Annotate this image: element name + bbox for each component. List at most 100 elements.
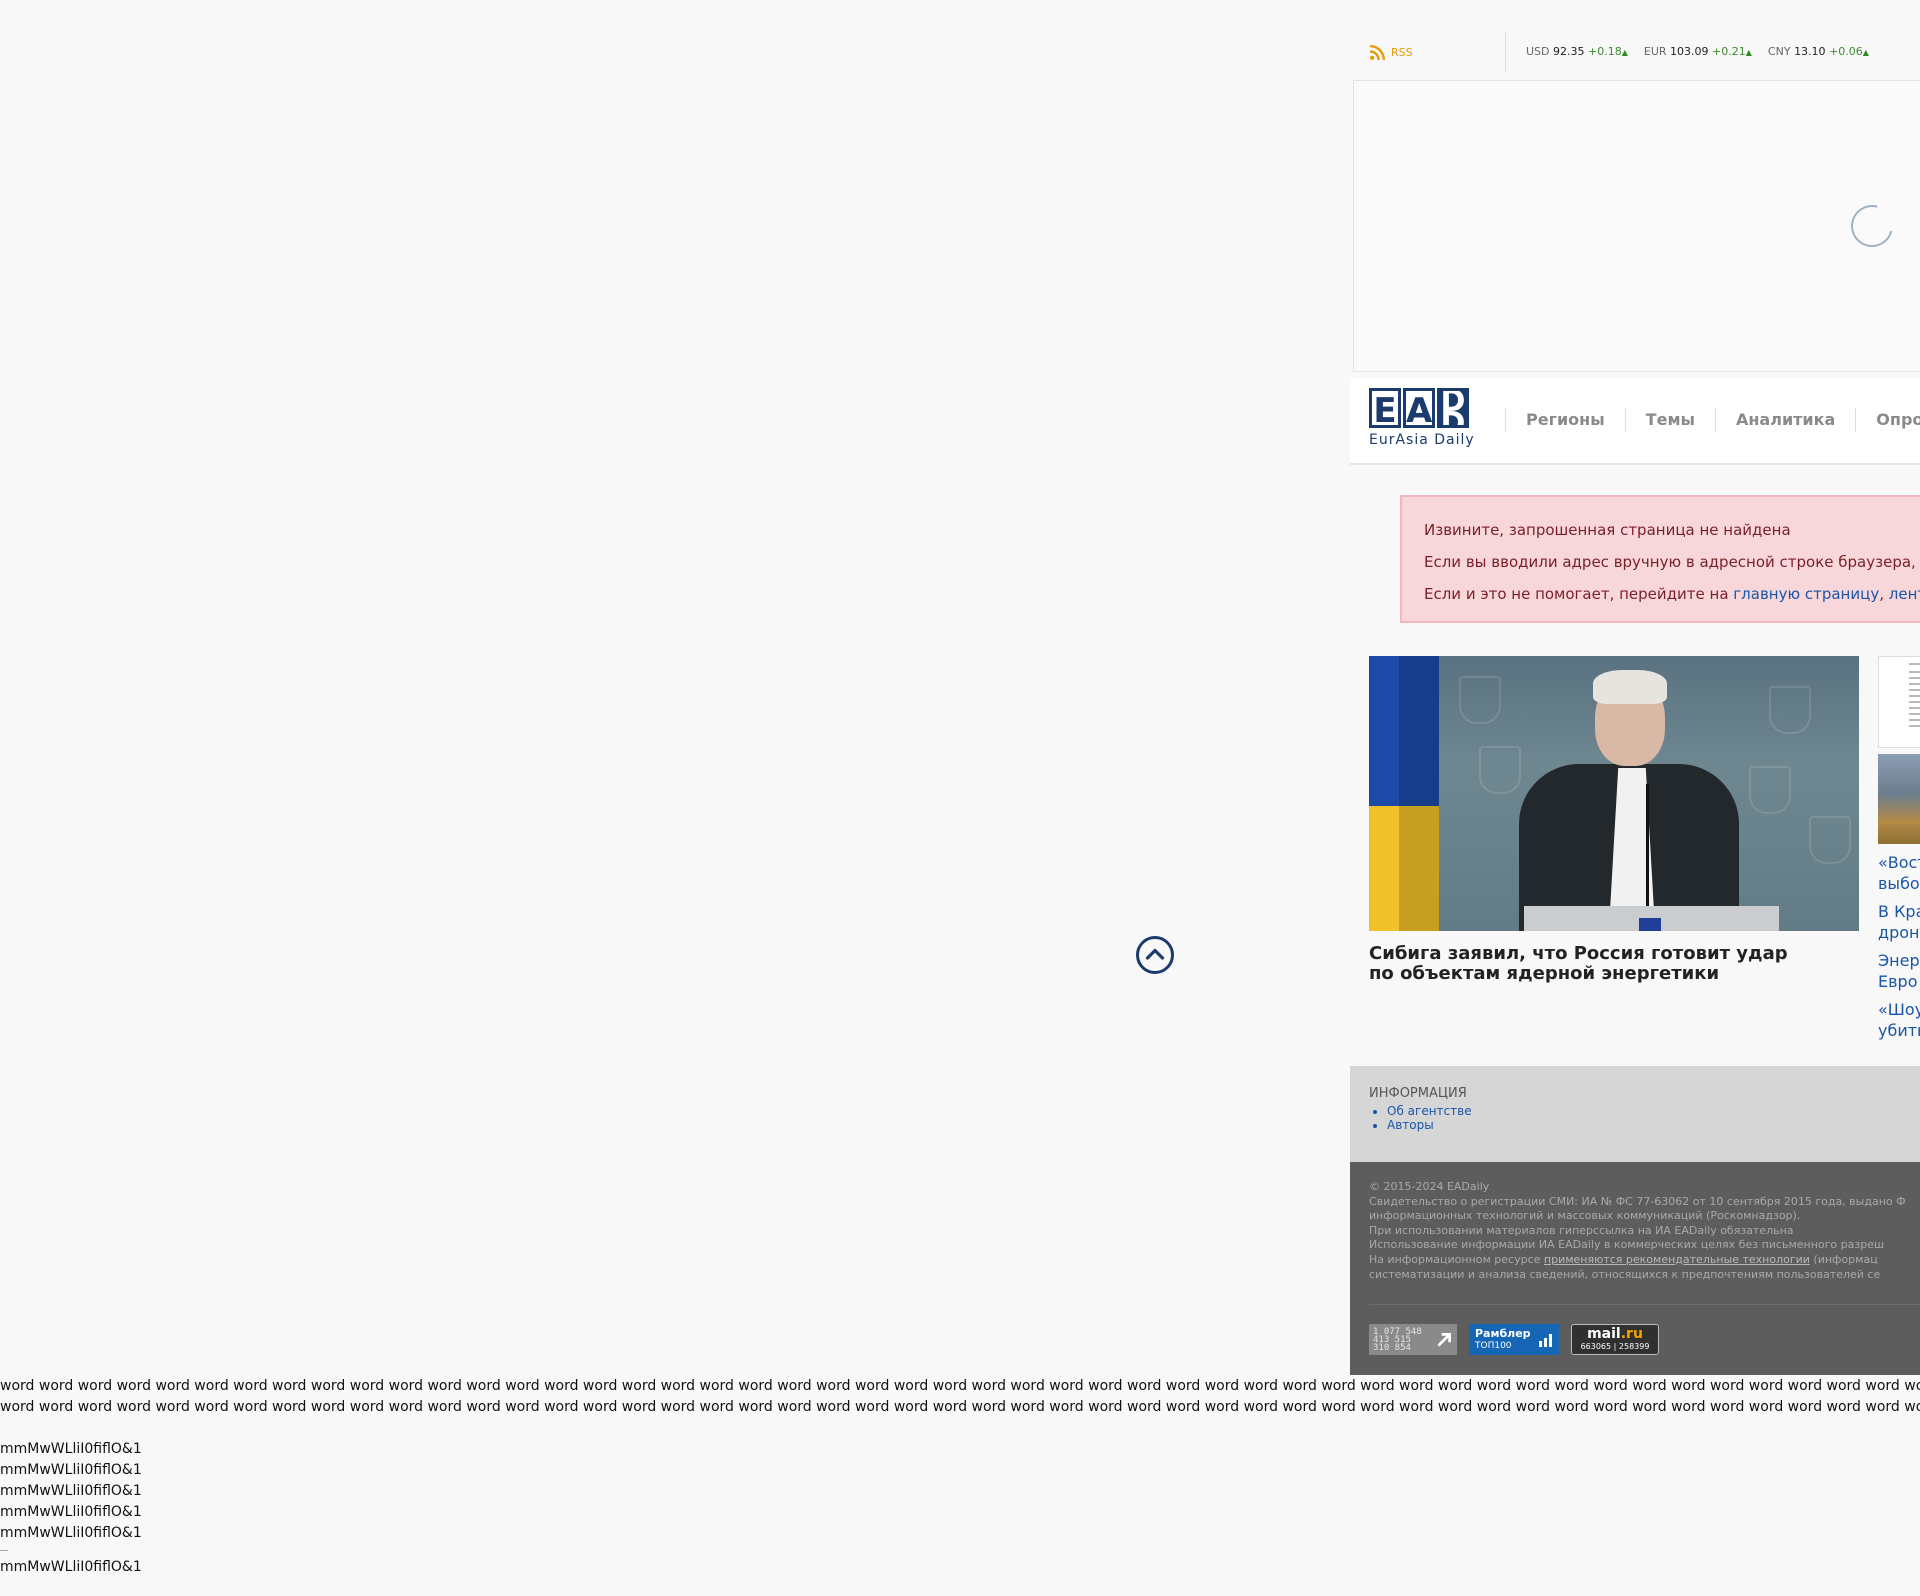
rate-value: 13.10 (1794, 45, 1826, 58)
nav-item-analytics[interactable]: Аналитика (1714, 408, 1855, 432)
alert-hint: Если вы вводили адрес вручную в адресной… (1424, 553, 1920, 571)
mailru-domain: .ru (1620, 1326, 1643, 1342)
counters-row: 1 077 548 413 515 310 854 Рамблер ТОП100 ma… (1369, 1324, 1659, 1355)
side-news-item[interactable]: «Вост выбор (1878, 852, 1920, 894)
site-header: EADD EurAsia Daily Регионы Темы Аналитик… (1350, 378, 1920, 465)
side-news-line: Евро (1878, 972, 1918, 991)
ukraine-flag (1369, 656, 1439, 931)
rambler-label: Рамблер ТОП100 (1475, 1328, 1531, 1352)
mailru-logo: mail.ru (1587, 1327, 1643, 1342)
footer-tech-suffix: (информац (1809, 1252, 1878, 1266)
side-news-list: «Вост выбор В Кра дрон Энер Евро «Шоу убить (1878, 852, 1920, 1041)
mailru-name: mail (1587, 1326, 1621, 1342)
mailru-counter[interactable]: mail.ru 663065 | 258399 (1571, 1324, 1659, 1355)
main-news-title[interactable]: Сибига заявил, что Россия готовит удар п… (1369, 944, 1789, 984)
eu-flag-icon (1639, 918, 1661, 931)
news-feed-link[interactable]: ленту (1889, 585, 1920, 603)
divider-dash (0, 1544, 1920, 1557)
footer-line: © 2015-2024 EADaily (1369, 1180, 1490, 1193)
wall-emblem-icon (1809, 816, 1851, 864)
ad-placeholder (1353, 80, 1920, 372)
arrow-up-icon: ▲ (1621, 48, 1628, 57)
alert-message: Извините, запрошенная страница не найден… (1424, 521, 1791, 539)
footer-line: На информационном ресурсе применяются ре… (1369, 1253, 1906, 1268)
info-links: Об агентстве Авторы (1369, 1104, 1472, 1132)
rss-icon (1369, 44, 1386, 61)
side-news-item[interactable]: В Кра дрон (1878, 901, 1920, 943)
nav-item-polls[interactable]: Опросы (1855, 408, 1920, 432)
side-news-line: выбор (1878, 874, 1920, 893)
font-test-line: mmMwWLliI0fiflO&1 (0, 1525, 142, 1541)
footer-divider (1369, 1304, 1920, 1305)
wall-emblem-icon (1479, 746, 1521, 794)
rate-value: 92.35 (1553, 45, 1585, 58)
rate-change: +0.21 (1712, 45, 1746, 58)
rambler-sub: ТОП100 (1475, 1340, 1512, 1351)
logo-mark: EADD (1369, 388, 1479, 428)
footer-tech-prefix: На информационном ресурсе (1369, 1252, 1544, 1266)
top-bar: RSS USD 92.35 +0.18▲ EUR 103.09 +0.21▲ C… (1350, 32, 1920, 72)
site-footer: © 2015-2024 EADaily Свидетельство о реги… (1350, 1162, 1920, 1375)
main-nav: Регионы Темы Аналитика Опросы (1505, 408, 1920, 432)
wall-emblem-icon (1769, 686, 1811, 734)
logo-letter-e: E (1369, 388, 1401, 428)
side-news-thumb-document[interactable] (1878, 656, 1920, 748)
main-news-card[interactable]: Сибига заявил, что Россия готовит удар п… (1369, 656, 1859, 984)
rate-change: +0.18 (1588, 45, 1622, 58)
side-news-line: убить (1878, 1021, 1920, 1040)
rss-link[interactable]: RSS (1369, 44, 1413, 61)
rate-usd: USD 92.35 +0.18▲ (1526, 45, 1628, 58)
font-test-line: mmMwWLliI0fiflO&1 (0, 1559, 142, 1575)
home-page-link[interactable]: главную страницу (1733, 585, 1879, 603)
info-title: ИНФОРМАЦИЯ (1369, 1086, 1467, 1101)
rss-label: RSS (1391, 46, 1413, 59)
footer-line: При использовании материалов гиперссылка… (1369, 1223, 1794, 1237)
logo-subtitle: EurAsia Daily (1369, 432, 1475, 448)
microphone (1646, 784, 1649, 909)
side-news-line: Энер (1878, 951, 1920, 970)
rate-change: +0.06 (1829, 45, 1863, 58)
side-news-thumb-field[interactable] (1878, 754, 1920, 844)
nav-item-regions[interactable]: Регионы (1505, 408, 1625, 432)
topbar-divider (1505, 32, 1506, 72)
footer-line: систематизации и анализа сведений, относ… (1369, 1267, 1881, 1281)
arrow-up-icon: ▲ (1745, 48, 1752, 57)
side-news-line: В Кра (1878, 902, 1920, 921)
side-news-item[interactable]: Энер Евро (1878, 950, 1920, 992)
alert-separator: , (1879, 585, 1889, 603)
rate-currency: CNY (1767, 45, 1791, 58)
rambler-top100-counter[interactable]: Рамблер ТОП100 (1469, 1324, 1559, 1355)
side-news-line: «Шоу (1878, 1000, 1920, 1019)
not-found-alert: Извините, запрошенная страница не найден… (1400, 495, 1920, 623)
footer-line: Свидетельство о регистрации СМИ: ИА № ФС… (1369, 1194, 1906, 1208)
scroll-to-top-button[interactable] (1135, 935, 1175, 975)
logo-letter-a: A (1403, 388, 1435, 428)
side-news-item[interactable]: «Шоу убить (1878, 999, 1920, 1041)
side-news-line: дрон (1878, 923, 1920, 942)
rate-currency: USD (1526, 45, 1550, 58)
authors-link[interactable]: Авторы (1387, 1118, 1472, 1132)
mailru-stats: 663065 | 258399 (1580, 1342, 1650, 1351)
font-test-line: mmMwWLliI0fiflO&1 (0, 1483, 142, 1499)
liveinternet-stats: 1 077 548 413 515 310 854 (1373, 1327, 1422, 1353)
font-test-line: mmMwWLliI0fiflO&1 (0, 1441, 142, 1457)
alert-links-prefix: Если и это не помогает, перейдите на (1424, 585, 1734, 603)
site-logo[interactable]: EADD EurAsia Daily (1369, 388, 1479, 448)
speaker-hair (1593, 670, 1667, 704)
logo-letter-dd: DD (1437, 388, 1469, 428)
chevron-up-circle-icon (1136, 936, 1174, 974)
liveinternet-counter[interactable]: 1 077 548 413 515 310 854 (1369, 1324, 1457, 1355)
wall-emblem-icon (1749, 766, 1791, 814)
liveinternet-stat-line: 310 854 (1373, 1342, 1411, 1353)
bar-chart-icon (1539, 1333, 1552, 1347)
nav-item-topics[interactable]: Темы (1624, 408, 1715, 432)
info-section: ИНФОРМАЦИЯ Об агентстве Авторы (1350, 1066, 1920, 1162)
word-line: word word word word word word word word … (0, 1399, 1920, 1415)
footer-line: информационных технологий и массовых ком… (1369, 1209, 1801, 1223)
main-news-photo[interactable] (1369, 656, 1859, 931)
about-agency-link[interactable]: Об агентстве (1387, 1104, 1472, 1118)
recommendation-tech-link[interactable]: применяются рекомендательные технологии (1544, 1253, 1810, 1266)
rate-cny: CNY 13.10 +0.06▲ (1768, 45, 1869, 58)
podium (1524, 906, 1779, 931)
